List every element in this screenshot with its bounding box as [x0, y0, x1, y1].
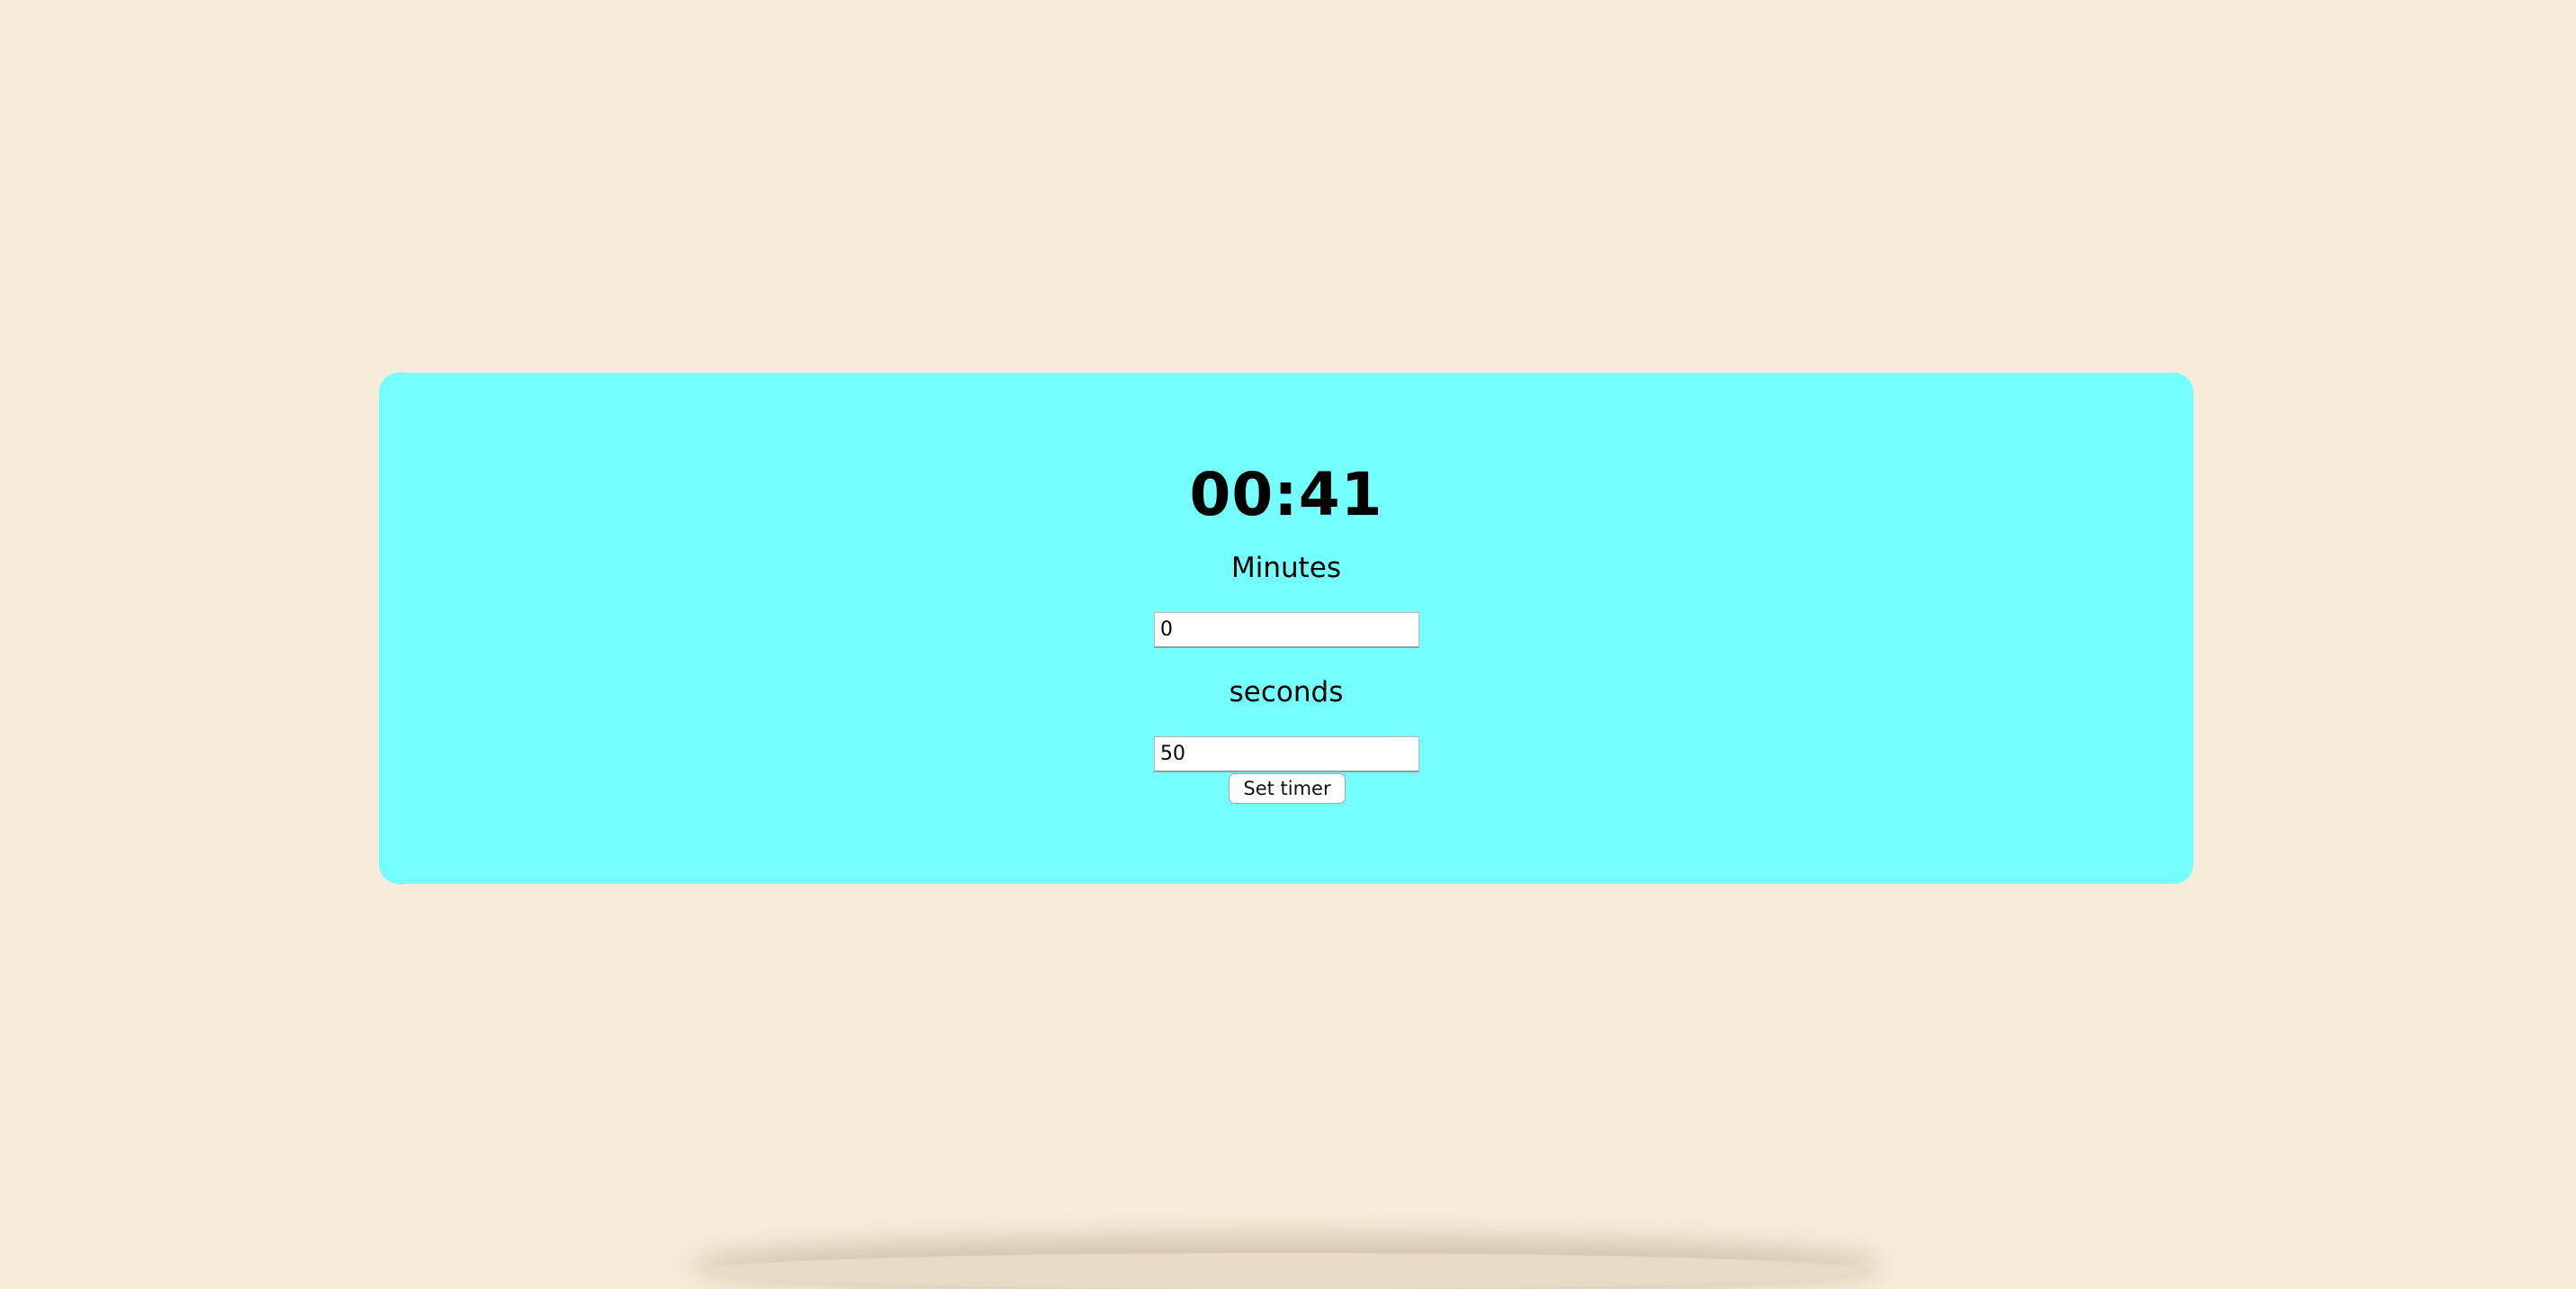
timer-content: 00:41 Minutes seconds Set timer: [379, 373, 2193, 884]
set-timer-button[interactable]: Set timer: [1229, 773, 1346, 804]
seconds-label: seconds: [1229, 676, 1344, 708]
timer-card: 00:41 Minutes seconds Set timer: [379, 373, 2193, 884]
minutes-label: Minutes: [1230, 552, 1342, 584]
minutes-input[interactable]: [1154, 612, 1419, 648]
bottom-shadow: [702, 1253, 1872, 1289]
seconds-input[interactable]: [1154, 736, 1419, 772]
timer-display: 00:41: [1189, 460, 1383, 529]
